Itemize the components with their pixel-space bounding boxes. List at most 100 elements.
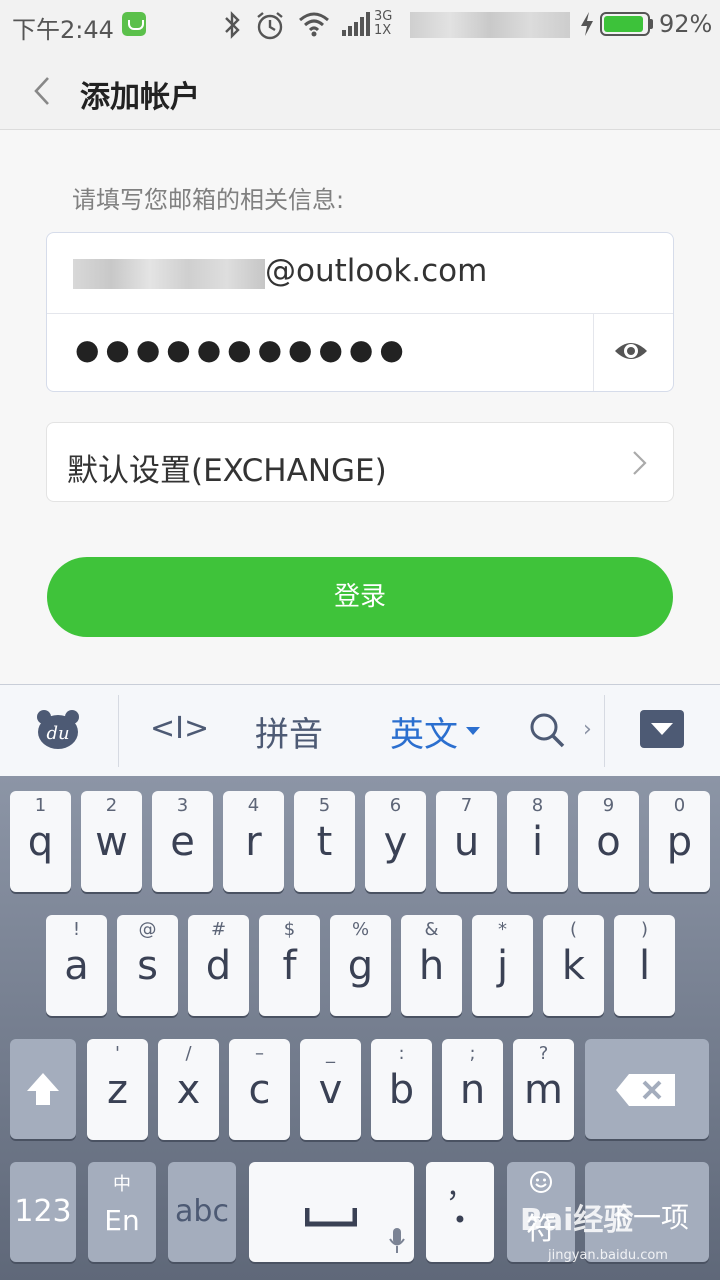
- key-hint: 4: [247, 795, 260, 816]
- space-key[interactable]: [249, 1162, 414, 1262]
- search-icon[interactable]: [528, 711, 566, 749]
- key-u[interactable]: 7u: [436, 791, 497, 892]
- key-label: p: [666, 819, 693, 865]
- key-e[interactable]: 3e: [152, 791, 213, 892]
- signal-icon: [342, 12, 370, 36]
- key-p[interactable]: 0p: [649, 791, 710, 892]
- key-hint: ): [640, 919, 649, 940]
- password-field[interactable]: ●●●●●●●●●●●: [75, 333, 410, 366]
- form-prompt: 请填写您邮箱的相关信息:: [72, 186, 345, 214]
- key-label: d: [205, 943, 232, 989]
- key-label: u: [453, 819, 480, 865]
- key-g[interactable]: % g: [330, 915, 391, 1016]
- key-label: y: [383, 819, 408, 865]
- battery-icon: [600, 12, 650, 36]
- key-hint: 3: [176, 795, 189, 816]
- key-y[interactable]: 6y: [365, 791, 426, 892]
- number-mode-key[interactable]: 123: [10, 1162, 76, 1262]
- server-settings-label: 默认设置(EXCHANGE): [67, 453, 387, 489]
- key-hint: –: [255, 1043, 264, 1064]
- key-c[interactable]: – c: [229, 1039, 290, 1140]
- key-label: i: [531, 819, 544, 865]
- key-j[interactable]: * j: [472, 915, 533, 1016]
- key-t[interactable]: 5t: [294, 791, 355, 892]
- svg-text:du: du: [46, 723, 69, 744]
- key-label: s: [137, 943, 158, 989]
- battery-tip: [650, 19, 653, 29]
- key-w[interactable]: 2w: [81, 791, 142, 892]
- more-chevron-icon[interactable]: ›: [583, 717, 592, 742]
- abc-key[interactable]: abc: [168, 1162, 236, 1262]
- abc-label: abc: [175, 1194, 229, 1229]
- cursor-move-button[interactable]: <I>: [150, 711, 209, 746]
- key-hint: _: [326, 1043, 335, 1064]
- key-hint: %: [351, 919, 370, 940]
- credentials-card: @outlook.com ●●●●●●●●●●●: [46, 232, 674, 392]
- key-b[interactable]: :b: [371, 1039, 432, 1140]
- key-x[interactable]: / x: [158, 1039, 219, 1140]
- back-arrow-icon[interactable]: [28, 74, 58, 108]
- key-label: q: [27, 819, 54, 865]
- key-label: g: [347, 943, 374, 989]
- key-hint: 9: [602, 795, 615, 816]
- key-hint: 0: [673, 795, 686, 816]
- key-f[interactable]: $ f: [259, 915, 320, 1016]
- key-label: e: [170, 819, 195, 865]
- key-hint: (: [569, 919, 578, 940]
- key-hint: 8: [531, 795, 544, 816]
- email-username-redacted: [73, 259, 265, 289]
- password-divider: [593, 313, 594, 391]
- toolbar-divider: [604, 695, 605, 767]
- key-d[interactable]: # d: [188, 915, 249, 1016]
- key-l[interactable]: ) l: [614, 915, 675, 1016]
- email-field[interactable]: @outlook.com: [47, 233, 673, 314]
- key-hint: /: [185, 1043, 192, 1064]
- key-r[interactable]: 4r: [223, 791, 284, 892]
- key-label: r: [245, 819, 262, 865]
- key-z[interactable]: ' z: [87, 1039, 148, 1140]
- key-label: a: [64, 943, 89, 989]
- watermark-url: jingyan.baidu.com: [548, 1248, 668, 1263]
- key-v[interactable]: _ v: [300, 1039, 361, 1140]
- toolbar-divider: [118, 695, 119, 767]
- key-q[interactable]: 1q: [10, 791, 71, 892]
- key-o[interactable]: 9o: [578, 791, 639, 892]
- microphone-icon: [389, 1228, 405, 1253]
- hide-keyboard-icon[interactable]: [640, 710, 684, 748]
- language-label: En: [104, 1204, 140, 1237]
- key-label: m: [524, 1067, 563, 1113]
- backspace-icon: [616, 1074, 675, 1106]
- key-hint: &: [424, 919, 439, 940]
- shift-arrow-icon: [27, 1073, 59, 1105]
- pinyin-mode-button[interactable]: 拼音: [255, 707, 323, 756]
- key-label: k: [561, 943, 586, 989]
- key-label: l: [638, 943, 651, 989]
- shift-key[interactable]: [10, 1039, 76, 1139]
- english-mode-button[interactable]: 英文: [390, 707, 458, 756]
- key-h[interactable]: & h: [401, 915, 462, 1016]
- key-a[interactable]: ! a: [46, 915, 107, 1016]
- backspace-key[interactable]: [585, 1039, 709, 1139]
- space-bar-icon: [305, 1208, 357, 1227]
- key-hint: $: [283, 919, 296, 940]
- punctuation-key[interactable]: ， •: [426, 1162, 494, 1262]
- login-button[interactable]: 登录: [47, 557, 673, 637]
- key-k[interactable]: (k: [543, 915, 604, 1016]
- show-password-eye-icon[interactable]: [613, 337, 649, 365]
- language-switch-key[interactable]: 中 En: [88, 1162, 156, 1262]
- key-hint: @: [138, 919, 157, 940]
- key-i[interactable]: 8i: [507, 791, 568, 892]
- chevron-right-icon: [633, 451, 647, 475]
- key-label: c: [248, 1067, 271, 1113]
- baidu-input-logo-icon[interactable]: du: [36, 707, 80, 751]
- key-hint: 2: [105, 795, 118, 816]
- dropdown-arrow-icon: [466, 727, 480, 735]
- status-bar: 下午2:44 3G 1X 92%: [0, 0, 720, 52]
- key-m[interactable]: ? m: [513, 1039, 574, 1140]
- key-n[interactable]: ; n: [442, 1039, 503, 1140]
- page-title: 添加帐户: [80, 80, 200, 115]
- key-hint: ;: [469, 1043, 476, 1064]
- key-s[interactable]: @ s: [117, 915, 178, 1016]
- period-label: •: [452, 1206, 468, 1234]
- server-settings-row[interactable]: 默认设置(EXCHANGE): [46, 422, 674, 502]
